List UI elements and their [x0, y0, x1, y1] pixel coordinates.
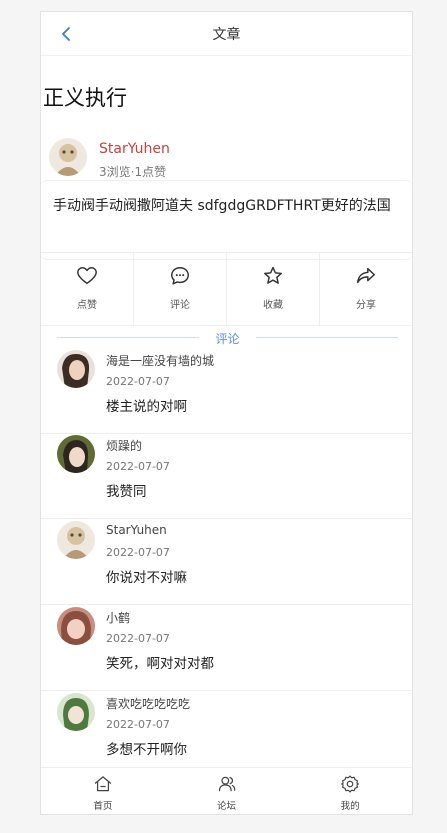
comment-label: 评论	[170, 300, 190, 311]
article-body: 手动阀手动阀撒阿道夫 sdfgdgGRDFTHRT更好的法国	[53, 198, 391, 214]
share-icon	[357, 267, 375, 284]
commenter-avatar[interactable]	[57, 607, 95, 645]
commenter-avatar[interactable]	[57, 693, 95, 731]
favorite-label: 收藏	[263, 300, 283, 311]
commenter-avatar[interactable]	[57, 435, 95, 473]
article-content-card: 手动阀手动阀撒阿道夫 sdfgdgGRDFTHRT更好的法国	[41, 180, 412, 260]
bottom-tabbar: 首页 论坛 我的	[41, 767, 412, 814]
share-label: 分享	[356, 300, 376, 311]
tab-forum-label: 论坛	[217, 801, 237, 812]
like-button[interactable]: 点赞	[41, 253, 134, 325]
comment-item: 烦躁的 2022-07-07 我赞同	[41, 433, 412, 519]
author-name[interactable]: StarYuhen	[99, 141, 170, 157]
phone-frame: 文章 正义执行 StarYuhen 3浏览·1点赞 手动阀手动阀撒阿道夫 sdf…	[40, 11, 413, 815]
share-button[interactable]: 分享	[320, 253, 412, 325]
author-avatar[interactable]	[49, 138, 87, 176]
comment-text: 笑死，啊对对对都	[106, 656, 214, 672]
tab-home-label: 首页	[93, 801, 113, 812]
commenter-name[interactable]: 海是一座没有墙的城	[106, 352, 214, 369]
tab-forum[interactable]: 论坛	[165, 768, 289, 814]
like-label: 点赞	[77, 300, 97, 311]
favorite-button[interactable]: 收藏	[227, 253, 320, 325]
comment-item: 喜欢吃吃吃吃吃 2022-07-07 多想不开啊你	[41, 691, 412, 777]
comment-button[interactable]: 评论	[134, 253, 227, 325]
comment-date: 2022-07-07	[106, 460, 170, 473]
users-icon	[218, 776, 235, 792]
divider-line-right	[256, 337, 398, 338]
comment-text: 多想不开啊你	[106, 742, 187, 758]
comment-text: 我赞同	[106, 484, 147, 500]
comment-item: 小鹤 2022-07-07 笑死，啊对对对都	[41, 605, 412, 691]
comments-divider: 评论	[57, 330, 398, 346]
comments-heading: 评论	[215, 332, 240, 346]
article-stats: 3浏览·1点赞	[99, 165, 167, 179]
comment-text: 你说对不对嘛	[106, 570, 187, 586]
article-title: 正义执行	[43, 86, 127, 110]
comment-date: 2022-07-07	[106, 718, 170, 731]
commenter-name[interactable]: StarYuhen	[106, 523, 167, 537]
comment-item: StarYuhen 2022-07-07 你说对不对嘛	[41, 519, 412, 605]
comment-date: 2022-07-07	[106, 632, 170, 645]
commenter-avatar[interactable]	[57, 350, 95, 388]
commenter-name[interactable]: 小鹤	[106, 609, 130, 626]
commenter-avatar[interactable]	[57, 521, 95, 559]
tab-profile-label: 我的	[340, 801, 360, 812]
action-bar: 点赞 评论 收藏 分享	[41, 252, 412, 326]
settings-icon	[341, 775, 360, 793]
comment-text: 楼主说的对啊	[106, 399, 187, 415]
page-title: 文章	[212, 27, 241, 43]
navbar: 文章	[41, 12, 412, 56]
commenter-name[interactable]: 烦躁的	[106, 437, 142, 454]
comment-item: 海是一座没有墙的城 2022-07-07 楼主说的对啊	[41, 348, 412, 434]
star-icon	[264, 266, 282, 284]
home-icon	[94, 776, 111, 792]
tab-profile[interactable]: 我的	[288, 768, 412, 814]
heart-icon	[77, 267, 97, 285]
tab-home[interactable]: 首页	[41, 768, 165, 814]
commenter-name[interactable]: 喜欢吃吃吃吃吃	[106, 695, 190, 712]
comment-date: 2022-07-07	[106, 375, 170, 388]
comment-date: 2022-07-07	[106, 546, 170, 559]
comment-icon	[171, 267, 189, 285]
